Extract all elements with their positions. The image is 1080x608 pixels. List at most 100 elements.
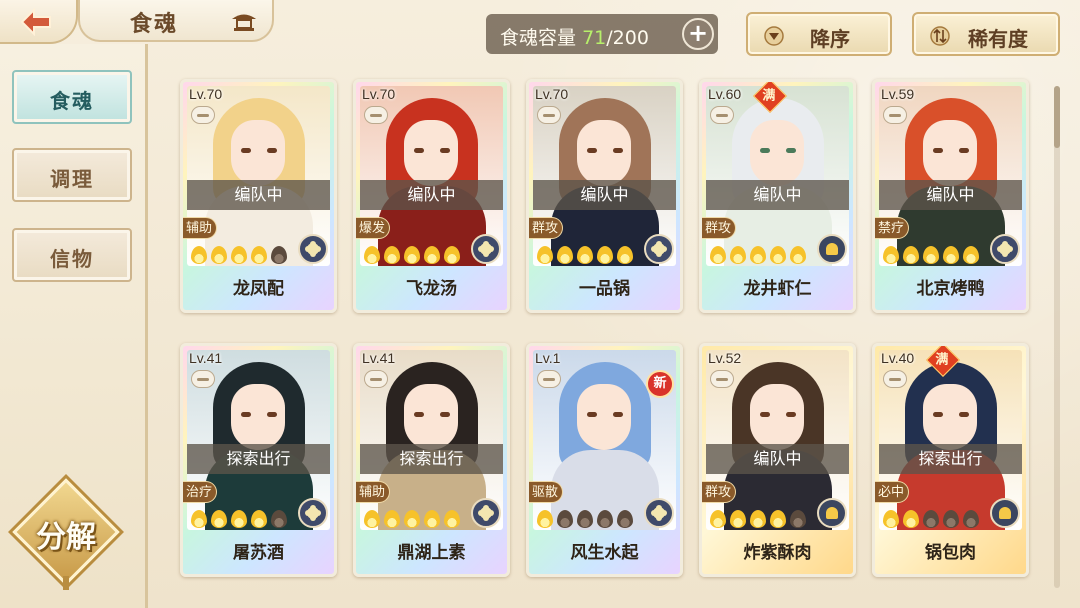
tab-cooking[interactable]: 调理 <box>12 148 132 202</box>
decompose-button[interactable]: 分解 <box>12 478 120 590</box>
role-tag: 辅助 <box>183 217 218 239</box>
food-soul-card[interactable]: Lv.40 满 探索出行 必中 锅包肉 <box>872 343 1029 577</box>
bowl-icon <box>191 106 215 124</box>
character-face <box>750 120 804 186</box>
star-flame-icon <box>577 510 593 528</box>
status-banner: 编队中 <box>533 180 676 210</box>
bowl-icon <box>364 106 388 124</box>
food-soul-card[interactable]: Lv.70 编队中 辅助 龙凤配 <box>180 79 337 313</box>
capacity-counter: 食魂容量 71/200 + <box>486 14 718 54</box>
star-rating <box>537 510 641 528</box>
star-rating <box>364 510 468 528</box>
character-eye <box>587 148 597 153</box>
back-arrow-icon <box>20 8 51 36</box>
character-eye <box>760 148 770 153</box>
tab-food-souls[interactable]: 食魂 <box>12 70 132 124</box>
star-flame-icon <box>251 246 267 264</box>
scrollbar-thumb[interactable] <box>1054 86 1060 148</box>
character-eye <box>959 412 969 417</box>
food-soul-name: 一品锅 <box>579 279 630 299</box>
star-flame-icon <box>903 510 919 528</box>
character-face <box>750 384 804 450</box>
level-label: Lv.70 <box>189 86 223 102</box>
food-soul-card[interactable]: Lv.41 探索出行 治疗 屠苏酒 <box>180 343 337 577</box>
star-flame-icon <box>710 246 726 264</box>
star-flame-icon <box>923 246 939 264</box>
tab-tokens[interactable]: 信物 <box>12 228 132 282</box>
character-eye <box>440 148 450 153</box>
star-flame-icon <box>364 246 380 264</box>
element-icon <box>298 498 328 528</box>
expand-capacity-button[interactable]: + <box>682 18 714 50</box>
element-icon <box>298 234 328 264</box>
bowl-icon <box>537 106 561 124</box>
star-flame-icon <box>251 510 267 528</box>
element-icon <box>817 498 847 528</box>
new-badge: 新 <box>646 370 674 398</box>
star-flame-icon <box>883 246 899 264</box>
character-eye <box>613 412 623 417</box>
star-flame-icon <box>191 246 207 264</box>
level-label: Lv.52 <box>708 350 742 366</box>
capacity-current: 71 <box>582 27 607 49</box>
role-tag: 禁疗 <box>875 217 910 239</box>
star-flame-icon <box>557 246 573 264</box>
status-banner: 编队中 <box>187 180 330 210</box>
character-eye <box>414 148 424 153</box>
star-flame-icon <box>597 246 613 264</box>
star-flame-icon <box>943 246 959 264</box>
food-soul-name: 风生水起 <box>570 543 639 563</box>
page-title-plate: 食魂 <box>78 0 274 42</box>
element-icon <box>990 498 1020 528</box>
tab-label: 调理 <box>50 167 94 191</box>
star-rating <box>191 246 295 264</box>
star-flame-icon <box>710 510 726 528</box>
pavilion-icon[interactable] <box>230 10 258 32</box>
bowl-icon <box>883 106 907 124</box>
food-soul-card[interactable]: Lv.70 编队中 爆发 飞龙汤 <box>353 79 510 313</box>
role-tag: 治疗 <box>183 481 218 503</box>
star-flame-icon <box>211 510 227 528</box>
star-flame-icon <box>537 510 553 528</box>
star-flame-icon <box>211 246 227 264</box>
status-banner: 编队中 <box>706 444 849 474</box>
food-soul-card[interactable]: Lv.52 编队中 群攻 炸紫酥肉 <box>699 343 856 577</box>
food-soul-card[interactable]: Lv.1 新 驱散 风生水起 <box>526 343 683 577</box>
status-banner: 编队中 <box>879 180 1022 210</box>
food-soul-card[interactable]: Lv.70 编队中 群攻 一品锅 <box>526 79 683 313</box>
element-icon <box>471 498 501 528</box>
food-soul-name: 龙凤配 <box>233 279 284 299</box>
star-flame-icon <box>903 246 919 264</box>
status-banner: 编队中 <box>706 180 849 210</box>
food-soul-name: 炸紫酥肉 <box>743 543 812 563</box>
sort-field-button[interactable]: 稀有度 <box>912 12 1060 56</box>
food-soul-card[interactable]: Lv.41 探索出行 辅助 鼎湖上素 <box>353 343 510 577</box>
capacity-label: 食魂容量 <box>500 27 577 49</box>
character-eye <box>587 412 597 417</box>
element-icon <box>644 498 674 528</box>
star-rating <box>883 246 987 264</box>
character-face <box>577 384 631 450</box>
character-face <box>923 384 977 450</box>
star-flame-icon <box>730 246 746 264</box>
grid-scrollbar[interactable] <box>1054 86 1060 588</box>
bowl-icon <box>710 370 734 388</box>
back-button[interactable] <box>0 0 78 44</box>
star-flame-icon <box>364 510 380 528</box>
element-icon <box>471 234 501 264</box>
star-flame-icon <box>577 246 593 264</box>
max-badge-label: 满 <box>762 88 776 104</box>
level-label: Lv.60 <box>708 86 742 102</box>
star-flame-icon <box>424 510 440 528</box>
character-face <box>231 384 285 450</box>
food-soul-card[interactable]: Lv.60 满 编队中 群攻 龙井虾仁 <box>699 79 856 313</box>
star-flame-icon <box>444 246 460 264</box>
star-flame-icon <box>444 510 460 528</box>
max-badge-label: 满 <box>935 352 949 368</box>
character-eye <box>241 148 251 153</box>
star-flame-icon <box>537 246 553 264</box>
star-flame-icon <box>617 510 633 528</box>
sort-order-button[interactable]: 降序 <box>746 12 892 56</box>
food-soul-card[interactable]: Lv.59 编队中 禁疗 北京烤鸭 <box>872 79 1029 313</box>
level-label: Lv.1 <box>535 350 561 366</box>
